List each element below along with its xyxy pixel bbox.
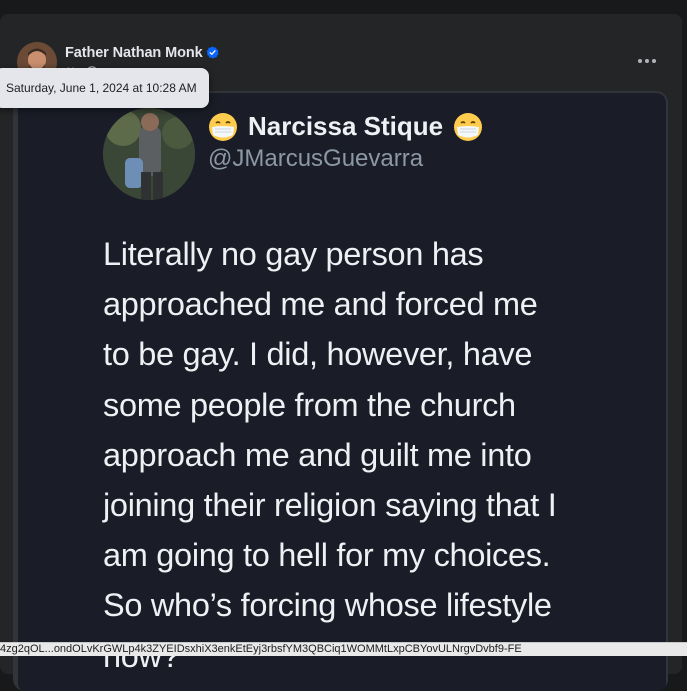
- face-with-medical-mask-emoji: [454, 112, 483, 141]
- tweet-body: Literally no gay person has approached m…: [103, 229, 643, 681]
- tweet-avatar: [103, 108, 195, 200]
- post-media[interactable]: Narcissa Stique @JMarcusGuevarra Literal…: [13, 91, 668, 691]
- tweet-line: Literally no gay person has: [103, 236, 484, 272]
- more-dot: [652, 59, 656, 63]
- verified-badge-icon: [206, 46, 219, 59]
- tweet-handle: @JMarcusGuevarra: [208, 145, 424, 172]
- timestamp-tooltip: Saturday, June 1, 2024 at 10:28 AM: [0, 68, 209, 108]
- more-dot: [638, 59, 642, 63]
- author-name[interactable]: Father Nathan Monk: [65, 45, 203, 61]
- facebook-post: Father Nathan Monk 1h ·: [0, 14, 682, 691]
- tweet-line: some people from the church: [103, 386, 516, 423]
- tweet-line: approach me and guilt me into: [103, 436, 532, 473]
- tweet-line: am going to hell for my choices.: [103, 537, 551, 574]
- browser-status-url: 4zg2qOL...ondOLvKrGWLp4k3ZYEIDsxhiX3enkE…: [0, 642, 687, 656]
- tweet-line: So who’s forcing whose lifestyle: [103, 587, 552, 624]
- face-with-medical-mask-emoji: [209, 112, 237, 141]
- tweet-line: to be gay. I did, however, have: [103, 336, 533, 373]
- tweet-screenshot: Narcissa Stique @JMarcusGuevarra Literal…: [18, 93, 666, 691]
- tweet-line: joining their religion saying that I: [103, 487, 557, 524]
- more-options-button[interactable]: [630, 44, 664, 78]
- more-dot: [645, 59, 649, 63]
- tweet-display-name: Narcissa Stique: [208, 111, 483, 142]
- tweet-name-text: Narcissa Stique: [248, 111, 444, 141]
- tweet-line: approached me and forced me: [103, 286, 538, 323]
